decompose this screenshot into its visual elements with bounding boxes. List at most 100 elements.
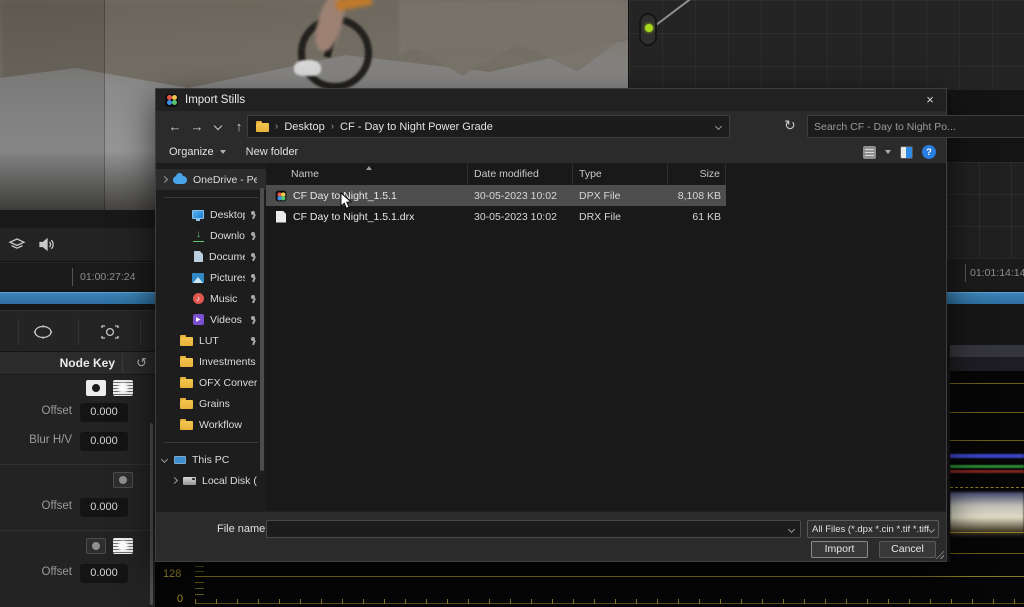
preview-pane-icon[interactable] (900, 146, 913, 159)
new-folder-button[interactable]: New folder (246, 146, 299, 158)
breadcrumb-current-folder[interactable]: CF - Day to Night Power Grade (340, 121, 493, 133)
dpx-file-icon (276, 190, 287, 201)
close-icon[interactable]: × (914, 89, 946, 111)
combobox-chevron-icon[interactable] (788, 525, 795, 532)
refresh-icon[interactable]: ↻ (784, 117, 796, 134)
help-icon[interactable]: ? (922, 145, 936, 159)
column-header-size[interactable]: Size (668, 164, 726, 185)
waveform-trace-line (950, 532, 1024, 533)
timecode-left: 01:00:27:24 (80, 271, 135, 283)
sidebar-item-investments[interactable]: Investments - As (156, 351, 266, 372)
sidebar-item-label: Desktop (210, 209, 245, 221)
timeline-ruler-right[interactable]: 01:01:14:14 (947, 258, 1024, 290)
sidebar-item-label: This PC (192, 454, 257, 466)
pin-icon (249, 336, 257, 346)
offset-value[interactable]: 0.000 (80, 564, 128, 583)
sidebar-item-workflow[interactable]: Workflow (156, 414, 266, 435)
timeline-clip-bar-left[interactable] (0, 292, 155, 304)
sidebar-item-ofx-conversion[interactable]: OFX Conversion (156, 372, 266, 393)
breadcrumb-separator: › (331, 121, 334, 132)
import-stills-dialog: Import Stills × ← → ↑ › Desktop › CF - D… (155, 88, 947, 562)
view-mode-caret-icon[interactable] (885, 150, 891, 154)
sidebar-item-local-disk-c[interactable]: Local Disk (C:) (156, 470, 266, 491)
reset-icon[interactable]: ↺ (136, 355, 147, 371)
sidebar-item-onedrive[interactable]: OneDrive - Perso (156, 169, 266, 190)
key-alpha-toggle-icon[interactable] (86, 538, 106, 554)
panel-scrollbar[interactable] (150, 423, 153, 605)
key-alpha-toggle-icon[interactable] (86, 380, 106, 396)
key-alpha-toggle-icon[interactable] (113, 472, 133, 488)
organize-menu[interactable]: Organize (169, 146, 214, 158)
node-key-header: Node Key ↺ (0, 352, 155, 375)
file-row-drx[interactable]: CF Day to Night_1.5.1.drx 30-05-2023 10:… (266, 206, 726, 227)
column-header-type[interactable]: Type (573, 164, 668, 185)
tracker-target-icon[interactable] (97, 321, 123, 343)
offset-label: Offset (0, 566, 72, 578)
sidebar-divider (164, 442, 258, 443)
folder-icon (180, 358, 193, 367)
view-mode-icon[interactable] (863, 146, 876, 159)
back-button[interactable]: ← (164, 119, 186, 134)
offset-value[interactable]: 0.000 (80, 498, 128, 517)
recent-locations-chevron-icon[interactable] (208, 120, 228, 132)
sidebar-item-label: Pictures (210, 272, 245, 284)
node-key-title: Node Key (60, 356, 115, 370)
search-box[interactable] (807, 115, 1024, 138)
cancel-button[interactable]: Cancel (879, 541, 936, 558)
key-toggle-group-1 (86, 380, 133, 396)
sidebar-item-label: Local Disk (C:) (202, 475, 257, 487)
sidebar-item-label: Investments - As (199, 356, 257, 368)
import-button[interactable]: Import (811, 541, 868, 558)
ruler-tick (965, 264, 966, 282)
blur-hv-value[interactable]: 0.000 (80, 432, 128, 451)
file-list: Name Date modified Type Size CF Day to N… (266, 164, 946, 511)
power-window-icon[interactable] (30, 321, 56, 343)
sidebar-item-videos[interactable]: Videos (156, 309, 266, 330)
file-name-combobox[interactable] (266, 520, 801, 538)
file-date-cell: 30-05-2023 10:02 (468, 211, 573, 223)
speaker-icon[interactable] (38, 237, 55, 252)
documents-icon (194, 251, 203, 262)
onedrive-cloud-icon (173, 176, 187, 184)
address-bar[interactable]: › Desktop › CF - Day to Night Power Grad… (247, 115, 730, 138)
expander-chevron-icon[interactable] (161, 176, 168, 183)
key-matte-toggle-icon[interactable] (113, 538, 133, 554)
expander-chevron-icon[interactable] (171, 477, 178, 484)
sidebar-item-grains[interactable]: Grains (156, 393, 266, 414)
sidebar-item-pictures[interactable]: Pictures (156, 267, 266, 288)
sidebar-item-music[interactable]: Music (156, 288, 266, 309)
sidebar-item-this-pc[interactable]: This PC (156, 449, 266, 470)
scope-level-line (195, 576, 1024, 577)
sidebar-item-label: OFX Conversion (199, 377, 257, 389)
breadcrumb-desktop[interactable]: Desktop (284, 121, 324, 133)
timeline-clip-bar-right[interactable] (947, 292, 1024, 304)
toolbar-separator (78, 319, 79, 345)
address-dropdown-chevron-icon[interactable] (715, 123, 722, 130)
file-name-input[interactable] (273, 523, 789, 535)
file-type-select[interactable]: All Files (*.dpx *.cin *.tif *.tiff *.j (807, 520, 939, 538)
column-header-date-modified[interactable]: Date modified (468, 164, 573, 185)
local-disk-icon (183, 477, 196, 485)
sidebar-item-lut[interactable]: LUT (156, 330, 266, 351)
sidebar-item-documents[interactable]: Documents (156, 246, 266, 267)
dialog-navbar: ← → ↑ › Desktop › CF - Day to Night Powe… (156, 111, 946, 141)
search-input[interactable] (814, 121, 1024, 133)
timeline-ruler-left[interactable]: 01:00:27:24 (0, 262, 155, 290)
layers-icon[interactable] (8, 237, 26, 252)
forward-button[interactable]: → (186, 119, 208, 134)
expander-chevron-icon[interactable] (161, 456, 168, 463)
key-toggle-group-2 (113, 472, 133, 488)
column-header-name[interactable]: Name (266, 164, 468, 185)
node-input-connector[interactable] (639, 13, 657, 46)
dialog-titlebar[interactable]: Import Stills × (156, 89, 946, 111)
offset-value[interactable]: 0.000 (80, 403, 128, 422)
timeline-gap (0, 210, 155, 228)
breadcrumb-separator: › (275, 121, 278, 132)
resolve-app-icon (165, 94, 178, 107)
key-matte-toggle-icon[interactable] (113, 380, 133, 396)
sidebar-scrollbar[interactable] (260, 188, 264, 471)
sidebar-item-downloads[interactable]: Downloads (156, 225, 266, 246)
sidebar-item-desktop[interactable]: Desktop (156, 204, 266, 225)
file-row-dpx[interactable]: CF Day to Night_1.5.1 30-05-2023 10:02 D… (266, 185, 726, 206)
file-size-cell: 61 KB (668, 211, 726, 223)
